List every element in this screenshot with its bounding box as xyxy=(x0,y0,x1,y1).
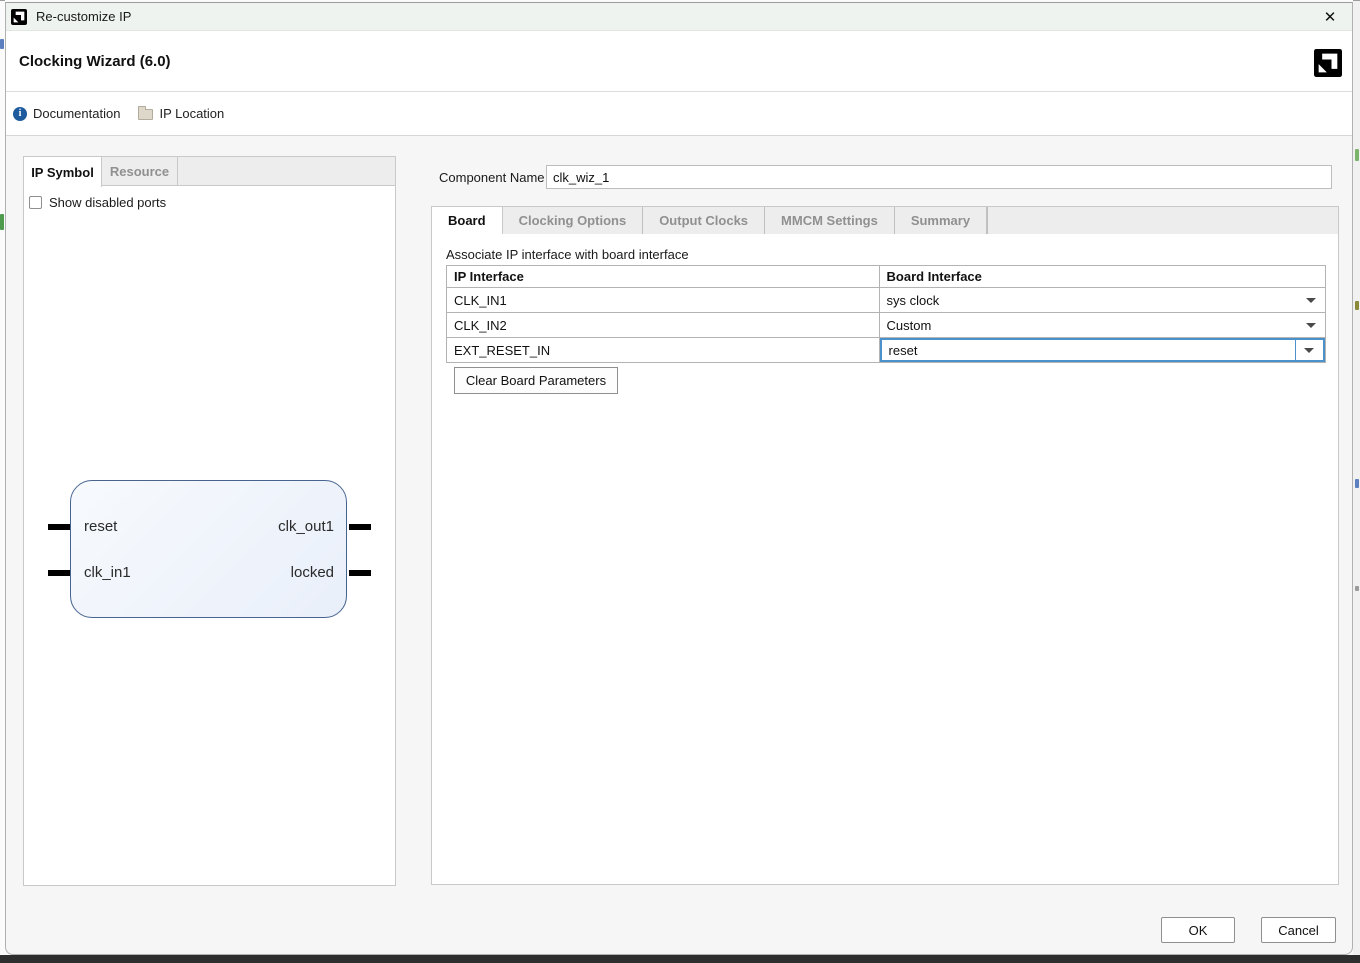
documentation-button[interactable]: i Documentation xyxy=(13,106,120,121)
tab-mmcm-settings[interactable]: MMCM Settings xyxy=(765,207,895,235)
background-app-right-sliver xyxy=(1353,0,1360,955)
board-interface-cell-ext-reset-in: reset xyxy=(878,337,1327,363)
ip-location-button[interactable]: IP Location xyxy=(138,106,224,121)
component-name-input[interactable] xyxy=(546,165,1332,189)
show-disabled-ports-checkbox[interactable] xyxy=(29,196,42,209)
associate-caption: Associate IP interface with board interf… xyxy=(446,247,689,262)
table-row: CLK_IN2 Custom xyxy=(446,312,1327,338)
table-row: CLK_IN1 sys clock xyxy=(446,287,1327,313)
show-disabled-ports-label: Show disabled ports xyxy=(49,195,167,210)
show-disabled-ports-row: Show disabled ports xyxy=(29,195,166,210)
tab-resource[interactable]: Resource xyxy=(102,157,178,186)
cancel-button[interactable]: Cancel xyxy=(1261,917,1336,943)
close-icon[interactable]: ✕ xyxy=(1318,7,1342,27)
ok-button[interactable]: OK xyxy=(1161,917,1235,943)
ip-symbol-block xyxy=(70,480,347,618)
board-interface-combobox-clk-in1[interactable]: sys clock xyxy=(880,288,1325,312)
tab-ip-symbol[interactable]: IP Symbol xyxy=(24,157,102,187)
background-marker xyxy=(1355,301,1359,310)
board-interface-cell-clk-in1: sys clock xyxy=(878,287,1327,313)
dialog-header: Clocking Wizard (6.0) xyxy=(6,31,1352,91)
component-name-label: Component Name xyxy=(439,170,545,185)
folder-icon xyxy=(138,106,154,120)
xilinx-logo-icon xyxy=(11,8,27,25)
board-interface-combobox-clk-in2[interactable]: Custom xyxy=(880,313,1325,337)
board-interface-combobox-ext-reset-in[interactable]: reset xyxy=(879,338,1325,362)
port-stub-locked xyxy=(349,570,371,576)
background-marker xyxy=(1355,149,1359,161)
recustomize-ip-dialog: Re-customize IP ✕ Clocking Wizard (6.0) … xyxy=(5,2,1353,955)
dropdown-arrow-icon xyxy=(1306,298,1316,303)
ip-location-label: IP Location xyxy=(159,106,225,121)
background-marker xyxy=(1355,479,1359,488)
board-tab-panel: Associate IP interface with board interf… xyxy=(431,234,1339,885)
left-panel-tabstrip: IP Symbol Resource xyxy=(24,157,395,187)
port-label-clk-in1: clk_in1 xyxy=(84,564,131,581)
ip-interface-cell-clk-in1[interactable]: CLK_IN1 xyxy=(446,287,880,313)
table-row: EXT_RESET_IN reset xyxy=(446,337,1327,363)
background-bottom-strip xyxy=(0,955,1360,963)
dropdown-arrow-icon xyxy=(1304,348,1314,353)
tab-output-clocks[interactable]: Output Clocks xyxy=(643,207,766,235)
column-header-ip-interface: IP Interface xyxy=(446,265,880,288)
brand-logo-icon xyxy=(1314,49,1342,77)
dialog-title: Re-customize IP xyxy=(36,9,132,24)
port-stub-clk-out1 xyxy=(349,524,371,530)
port-stub-reset xyxy=(48,524,70,530)
info-icon: i xyxy=(13,106,27,121)
dialog-titlebar: Re-customize IP ✕ xyxy=(6,3,1352,31)
port-label-clk-out1: clk_out1 xyxy=(278,518,334,535)
settings-tabstrip: Board Clocking Options Output Clocks MMC… xyxy=(431,206,1339,235)
ip-symbol-panel: IP Symbol Resource Show disabled ports r… xyxy=(23,156,396,886)
background-marker xyxy=(0,214,4,230)
board-interface-table: IP Interface Board Interface CLK_IN1 sys… xyxy=(446,265,1327,363)
dropdown-button[interactable] xyxy=(1295,340,1323,360)
ip-interface-cell-clk-in2[interactable]: CLK_IN2 xyxy=(446,312,880,338)
tab-summary[interactable]: Summary xyxy=(894,207,988,235)
port-label-reset: reset xyxy=(84,518,118,535)
table-header-row: IP Interface Board Interface xyxy=(446,265,1327,288)
clear-board-parameters-button[interactable]: Clear Board Parameters xyxy=(454,367,618,394)
port-label-locked: locked xyxy=(290,564,334,581)
documentation-label: Documentation xyxy=(33,106,121,121)
port-stub-clk-in1 xyxy=(48,570,70,576)
background-marker xyxy=(1355,586,1359,591)
dropdown-arrow-icon xyxy=(1306,323,1316,328)
tabstrip-filler xyxy=(987,207,1338,235)
tab-board[interactable]: Board xyxy=(432,207,503,235)
page-title: Clocking Wizard (6.0) xyxy=(19,53,171,70)
tab-clocking-options[interactable]: Clocking Options xyxy=(502,207,644,235)
background-marker xyxy=(0,39,4,49)
board-interface-cell-clk-in2: Custom xyxy=(878,312,1327,338)
column-header-board-interface: Board Interface xyxy=(878,265,1327,288)
ip-interface-cell-ext-reset-in[interactable]: EXT_RESET_IN xyxy=(446,337,880,363)
dialog-toolbar: i Documentation IP Location xyxy=(6,91,1352,136)
